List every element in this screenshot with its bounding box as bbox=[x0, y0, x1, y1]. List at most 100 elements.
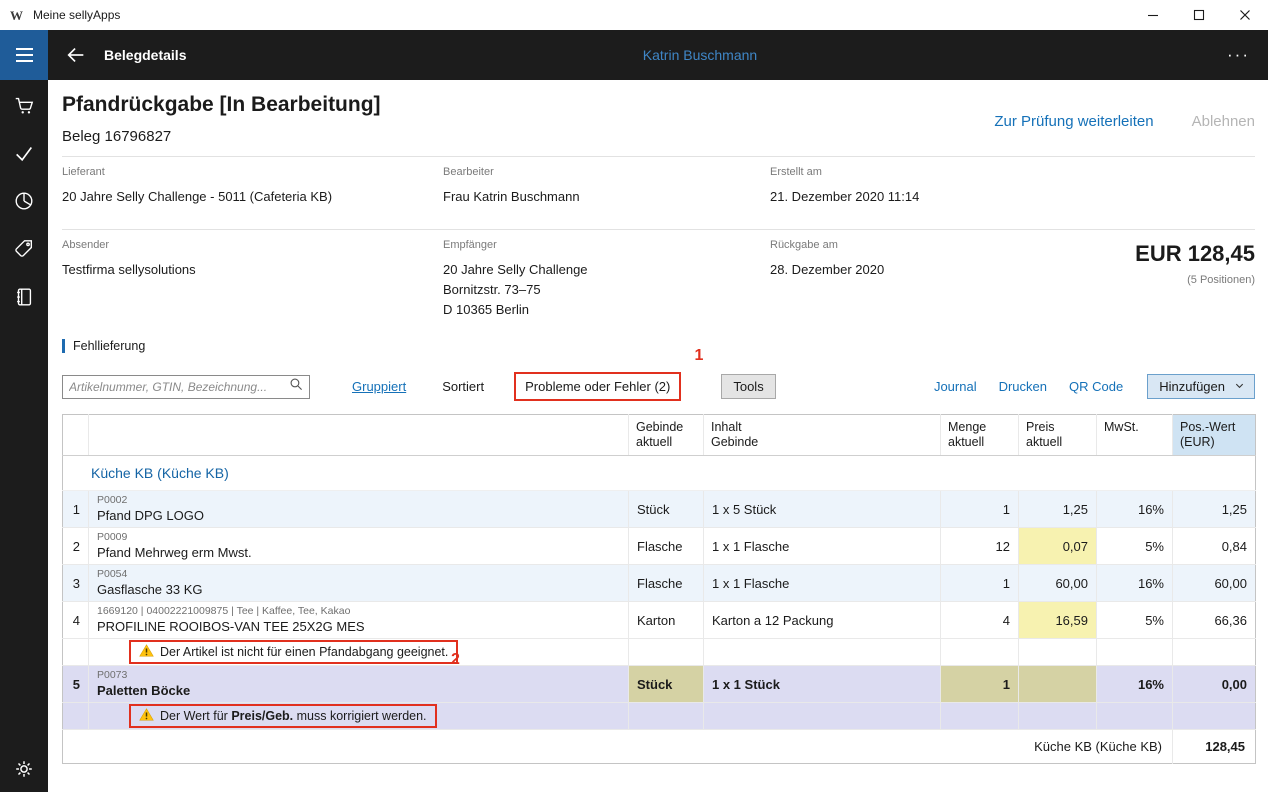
menge-cell[interactable]: 1 bbox=[941, 491, 1019, 528]
warning-icon bbox=[139, 708, 154, 724]
check-icon[interactable] bbox=[13, 142, 35, 164]
empfaenger-line: Bornitzstr. 73–75 bbox=[443, 280, 770, 300]
table-row[interactable]: 1 P0002 Pfand DPG LOGO Stück 1 x 5 Stück… bbox=[63, 491, 1256, 528]
toolbar: Gruppiert Sortiert Probleme oder Fehler … bbox=[62, 372, 1255, 401]
menge-cell[interactable]: 1 bbox=[941, 666, 1019, 703]
group-header-row: Küche KB (Küche KB) bbox=[63, 456, 1256, 491]
search-box bbox=[62, 375, 310, 399]
table-row[interactable]: 4 1669120 | 04002221009875 | Tee | Kaffe… bbox=[63, 602, 1256, 639]
article-name: Pfand DPG LOGO bbox=[97, 508, 620, 524]
gruppiert-toggle[interactable]: Gruppiert bbox=[352, 379, 406, 394]
document-number: Beleg 16796827 bbox=[62, 128, 1255, 145]
menge-cell: 4 bbox=[941, 602, 1019, 639]
group-footer-label: Küche KB (Küche KB) bbox=[63, 730, 1173, 764]
article-cell: P0002 Pfand DPG LOGO bbox=[89, 491, 629, 528]
warning-row: Der Wert für Preis/Geb. muss korrigiert … bbox=[63, 703, 1256, 730]
pos-wert-cell: 1,25 bbox=[1173, 491, 1256, 528]
more-options-icon[interactable]: ··· bbox=[1227, 50, 1250, 60]
col-header-gebinde: Gebindeaktuell bbox=[629, 415, 704, 456]
table-row[interactable]: 3 P0054 Gasflasche 33 KG Flasche 1 x 1 F… bbox=[63, 565, 1256, 602]
preis-cell[interactable]: 0,07 bbox=[1019, 528, 1097, 565]
col-header-description bbox=[89, 415, 629, 456]
search-input[interactable] bbox=[69, 380, 289, 394]
row-number: 3 bbox=[63, 565, 89, 602]
hamburger-menu-icon[interactable] bbox=[0, 30, 48, 80]
row-number: 2 bbox=[63, 528, 89, 565]
cart-icon[interactable] bbox=[13, 94, 35, 116]
positions-count: (5 Positionen) bbox=[1020, 274, 1255, 286]
preis-cell[interactable] bbox=[1019, 666, 1097, 703]
article-cell: P0054 Gasflasche 33 KG bbox=[89, 565, 629, 602]
col-header-number bbox=[63, 415, 89, 456]
close-icon[interactable] bbox=[1222, 0, 1268, 30]
empfaenger-label: Empfänger bbox=[443, 239, 770, 251]
gebinde-cell[interactable]: Stück bbox=[629, 491, 704, 528]
menge-cell[interactable]: 1 bbox=[941, 565, 1019, 602]
sortiert-toggle[interactable]: Sortiert bbox=[442, 379, 484, 394]
gebinde-cell[interactable]: Stück bbox=[629, 666, 704, 703]
drucken-link[interactable]: Drucken bbox=[999, 379, 1047, 394]
current-user[interactable]: Katrin Buschmann bbox=[643, 47, 757, 63]
chevron-down-icon bbox=[1234, 379, 1245, 394]
preis-cell[interactable]: 60,00 bbox=[1019, 565, 1097, 602]
preis-cell[interactable]: 1,25 bbox=[1019, 491, 1097, 528]
mwst-cell: 5% bbox=[1097, 528, 1173, 565]
back-arrow-icon[interactable] bbox=[62, 41, 90, 69]
app-icon: W bbox=[9, 7, 25, 23]
article-cell: P0073 Paletten Böcke bbox=[89, 666, 629, 703]
probleme-oder-fehler-filter[interactable]: Probleme oder Fehler (2) 1 bbox=[514, 372, 681, 401]
maximize-icon[interactable] bbox=[1176, 0, 1222, 30]
warning-message: Der Artikel ist nicht für einen Pfandabg… bbox=[129, 640, 458, 664]
article-code: P0009 bbox=[97, 531, 620, 544]
mwst-cell: 5% bbox=[1097, 602, 1173, 639]
pos-wert-cell: 60,00 bbox=[1173, 565, 1256, 602]
article-name: Paletten Böcke bbox=[97, 683, 620, 699]
col-header-inhalt: InhaltGebinde bbox=[704, 415, 941, 456]
warning-icon bbox=[139, 644, 154, 660]
journal-link[interactable]: Journal bbox=[934, 379, 977, 394]
price-tag-icon[interactable] bbox=[13, 238, 35, 260]
search-icon[interactable] bbox=[289, 377, 303, 396]
group-label: Küche KB (Küche KB) bbox=[63, 456, 1256, 491]
mwst-cell: 16% bbox=[1097, 565, 1173, 602]
svg-text:W: W bbox=[10, 8, 23, 23]
article-code: P0002 bbox=[97, 494, 620, 507]
tools-button[interactable]: Tools bbox=[721, 374, 775, 399]
pos-wert-cell: 0,00 bbox=[1173, 666, 1256, 703]
group-footer-total: 128,45 bbox=[1173, 730, 1256, 764]
annotation-marker-2: 2 bbox=[451, 651, 460, 669]
gear-icon[interactable] bbox=[13, 758, 35, 780]
titlebar: W Meine sellyApps bbox=[0, 0, 1268, 30]
page-header-title: Belegdetails bbox=[104, 47, 186, 63]
bearbeiter-label: Bearbeiter bbox=[443, 166, 770, 178]
gebinde-cell[interactable]: Flasche bbox=[629, 565, 704, 602]
sidebar bbox=[0, 80, 48, 792]
table-row-selected[interactable]: 5 P0073 Paletten Böcke Stück 1 x 1 Stück… bbox=[63, 666, 1256, 703]
article-cell: P0009 Pfand Mehrweg erm Mwst. bbox=[89, 528, 629, 565]
document-header: Pfandrückgabe [In Bearbeitung] Beleg 167… bbox=[62, 80, 1255, 145]
pos-wert-cell: 0,84 bbox=[1173, 528, 1256, 565]
pos-wert-cell: 66,36 bbox=[1173, 602, 1256, 639]
probleme-label: Probleme oder Fehler (2) bbox=[525, 379, 670, 394]
qr-code-link[interactable]: QR Code bbox=[1069, 379, 1123, 394]
preis-cell[interactable]: 16,59 bbox=[1019, 602, 1097, 639]
reject-button[interactable]: Ablehnen bbox=[1192, 113, 1255, 130]
forward-for-review-button[interactable]: Zur Prüfung weiterleiten bbox=[994, 113, 1153, 130]
book-icon[interactable] bbox=[13, 286, 35, 308]
gebinde-cell: Karton bbox=[629, 602, 704, 639]
article-name: Pfand Mehrweg erm Mwst. bbox=[97, 545, 620, 561]
document-total: EUR 128,45 bbox=[1020, 241, 1255, 267]
fehllieferung-tag: Fehllieferung bbox=[62, 339, 145, 353]
table-row[interactable]: 2 P0009 Pfand Mehrweg erm Mwst. Flasche … bbox=[63, 528, 1256, 565]
annotation-marker-1: 1 bbox=[694, 347, 703, 365]
article-code: P0054 bbox=[97, 568, 620, 581]
lieferant-value: 20 Jahre Selly Challenge - 5011 (Cafeter… bbox=[62, 187, 443, 207]
document-info-row-1: Lieferant 20 Jahre Selly Challenge - 501… bbox=[62, 157, 1255, 218]
hinzufuegen-button[interactable]: Hinzufügen bbox=[1147, 374, 1255, 399]
minimize-icon[interactable] bbox=[1130, 0, 1176, 30]
pie-chart-icon[interactable] bbox=[13, 190, 35, 212]
bearbeiter-value: Frau Katrin Buschmann bbox=[443, 187, 770, 207]
app-window: W Meine sellyApps Belegdetails Katrin Bu… bbox=[0, 0, 1268, 792]
rueckgabe-am-value: 28. Dezember 2020 bbox=[770, 260, 1020, 280]
mwst-cell: 16% bbox=[1097, 666, 1173, 703]
